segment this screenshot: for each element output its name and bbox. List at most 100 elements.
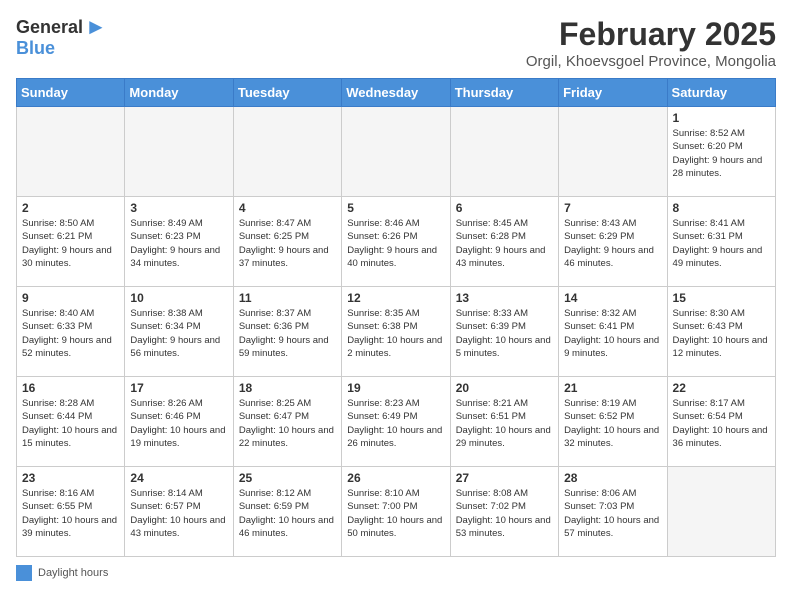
day-info: Sunrise: 8:41 AM Sunset: 6:31 PM Dayligh… [673,217,770,270]
calendar-cell [125,107,233,197]
day-number: 9 [22,291,119,305]
calendar-cell: 16Sunrise: 8:28 AM Sunset: 6:44 PM Dayli… [17,377,125,467]
calendar-cell [17,107,125,197]
day-number: 3 [130,201,227,215]
title-section: February 2025 Orgil, Khoevsgoel Province… [526,16,776,70]
weekday-header-thursday: Thursday [450,79,558,107]
calendar-cell: 17 Sunrise: 8:26 AM Sunset: 6:46 PM Dayli… [125,377,233,467]
day-number: 19 [347,381,444,395]
day-number: 27 [456,471,553,485]
calendar-cell: 27 Sunrise: 8:08 AM Sunset: 7:02 PM Dayli… [450,467,558,557]
day-info: Sunrise: 8:28 AM Sunset: 6:44 PM Dayligh… [22,397,119,450]
day-info: Sunrise: 8:06 AM Sunset: 7:03 PM Dayligh… [564,487,661,540]
legend-label: Daylight hours [38,567,108,579]
calendar-cell: 25 Sunrise: 8:12 AM Sunset: 6:59 PM Dayli… [233,467,341,557]
calendar-cell: 26 Sunrise: 8:10 AM Sunset: 7:00 PM Dayli… [342,467,450,557]
day-info: Sunrise: 8:46 AM Sunset: 6:26 PM Dayligh… [347,217,444,270]
day-info: Sunrise: 8:49 AM Sunset: 6:23 PM Dayligh… [130,217,227,270]
weekday-header-monday: Monday [125,79,233,107]
day-number: 20 [456,381,553,395]
day-number: 22 [673,381,770,395]
legend: Daylight hours [16,565,776,581]
day-info: Sunrise: 8:37 AM Sunset: 6:36 PM Dayligh… [239,307,336,360]
calendar-cell: 4Sunrise: 8:47 AM Sunset: 6:25 PM Daylig… [233,197,341,287]
calendar-cell [450,107,558,197]
calendar-cell [233,107,341,197]
calendar-cell [559,107,667,197]
day-number: 26 [347,471,444,485]
day-info: Sunrise: 8:52 AM Sunset: 6:20 PM Dayligh… [673,127,770,180]
calendar-week-row-2: 9Sunrise: 8:40 AM Sunset: 6:33 PM Daylig… [17,287,776,377]
calendar-cell: 2Sunrise: 8:50 AM Sunset: 6:21 PM Daylig… [17,197,125,287]
calendar-cell: 6 Sunrise: 8:45 AM Sunset: 6:28 PM Daylig… [450,197,558,287]
calendar-cell: 28 Sunrise: 8:06 AM Sunset: 7:03 PM Dayli… [559,467,667,557]
weekday-header-wednesday: Wednesday [342,79,450,107]
day-number: 7 [564,201,661,215]
calendar-cell: 12 Sunrise: 8:35 AM Sunset: 6:38 PM Dayli… [342,287,450,377]
logo: General ► Blue [16,16,107,59]
day-number: 2 [22,201,119,215]
weekday-header-friday: Friday [559,79,667,107]
calendar-cell: 19 Sunrise: 8:23 AM Sunset: 6:49 PM Dayli… [342,377,450,467]
day-number: 4 [239,201,336,215]
day-info: Sunrise: 8:19 AM Sunset: 6:52 PM Dayligh… [564,397,661,450]
calendar-cell [342,107,450,197]
calendar-cell: 1 Sunrise: 8:52 AM Sunset: 6:20 PM Daylig… [667,107,775,197]
main-title: February 2025 [526,16,776,53]
calendar-cell [667,467,775,557]
calendar-week-row-1: 2Sunrise: 8:50 AM Sunset: 6:21 PM Daylig… [17,197,776,287]
day-number: 23 [22,471,119,485]
calendar: SundayMondayTuesdayWednesdayThursdayFrid… [16,78,776,557]
day-info: Sunrise: 8:25 AM Sunset: 6:47 PM Dayligh… [239,397,336,450]
day-info: Sunrise: 8:23 AM Sunset: 6:49 PM Dayligh… [347,397,444,450]
day-number: 5 [347,201,444,215]
day-number: 15 [673,291,770,305]
calendar-cell: 5 Sunrise: 8:46 AM Sunset: 6:26 PM Daylig… [342,197,450,287]
calendar-week-row-0: 1 Sunrise: 8:52 AM Sunset: 6:20 PM Daylig… [17,107,776,197]
weekday-header-sunday: Sunday [17,79,125,107]
calendar-cell: 7 Sunrise: 8:43 AM Sunset: 6:29 PM Daylig… [559,197,667,287]
day-number: 6 [456,201,553,215]
header: General ► Blue February 2025 Orgil, Khoe… [16,16,776,70]
day-number: 10 [130,291,227,305]
day-number: 21 [564,381,661,395]
day-info: Sunrise: 8:08 AM Sunset: 7:02 PM Dayligh… [456,487,553,540]
day-info: Sunrise: 8:26 AM Sunset: 6:46 PM Dayligh… [130,397,227,450]
calendar-cell: 23Sunrise: 8:16 AM Sunset: 6:55 PM Dayli… [17,467,125,557]
calendar-cell: 9Sunrise: 8:40 AM Sunset: 6:33 PM Daylig… [17,287,125,377]
day-number: 11 [239,291,336,305]
legend-color-box [16,565,32,581]
calendar-week-row-4: 23Sunrise: 8:16 AM Sunset: 6:55 PM Dayli… [17,467,776,557]
day-number: 1 [673,111,770,125]
calendar-cell: 22 Sunrise: 8:17 AM Sunset: 6:54 PM Dayli… [667,377,775,467]
day-info: Sunrise: 8:45 AM Sunset: 6:28 PM Dayligh… [456,217,553,270]
day-number: 24 [130,471,227,485]
day-info: Sunrise: 8:32 AM Sunset: 6:41 PM Dayligh… [564,307,661,360]
day-info: Sunrise: 8:12 AM Sunset: 6:59 PM Dayligh… [239,487,336,540]
calendar-week-row-3: 16Sunrise: 8:28 AM Sunset: 6:44 PM Dayli… [17,377,776,467]
day-info: Sunrise: 8:35 AM Sunset: 6:38 PM Dayligh… [347,307,444,360]
calendar-cell: 21 Sunrise: 8:19 AM Sunset: 6:52 PM Dayli… [559,377,667,467]
day-number: 17 [130,381,227,395]
day-info: Sunrise: 8:10 AM Sunset: 7:00 PM Dayligh… [347,487,444,540]
logo-arrow-icon: ► [85,16,107,38]
calendar-cell: 13 Sunrise: 8:33 AM Sunset: 6:39 PM Dayli… [450,287,558,377]
day-info: Sunrise: 8:14 AM Sunset: 6:57 PM Dayligh… [130,487,227,540]
calendar-cell: 24 Sunrise: 8:14 AM Sunset: 6:57 PM Dayli… [125,467,233,557]
calendar-cell: 11 Sunrise: 8:37 AM Sunset: 6:36 PM Dayli… [233,287,341,377]
day-number: 25 [239,471,336,485]
day-number: 14 [564,291,661,305]
weekday-header-row: SundayMondayTuesdayWednesdayThursdayFrid… [17,79,776,107]
day-number: 28 [564,471,661,485]
day-info: Sunrise: 8:43 AM Sunset: 6:29 PM Dayligh… [564,217,661,270]
logo-general: General [16,17,83,38]
day-info: Sunrise: 8:33 AM Sunset: 6:39 PM Dayligh… [456,307,553,360]
weekday-header-saturday: Saturday [667,79,775,107]
subtitle: Orgil, Khoevsgoel Province, Mongolia [526,53,776,70]
day-info: Sunrise: 8:30 AM Sunset: 6:43 PM Dayligh… [673,307,770,360]
logo-blue: Blue [16,38,55,58]
day-number: 12 [347,291,444,305]
calendar-cell: 3 Sunrise: 8:49 AM Sunset: 6:23 PM Daylig… [125,197,233,287]
day-number: 13 [456,291,553,305]
day-info: Sunrise: 8:17 AM Sunset: 6:54 PM Dayligh… [673,397,770,450]
